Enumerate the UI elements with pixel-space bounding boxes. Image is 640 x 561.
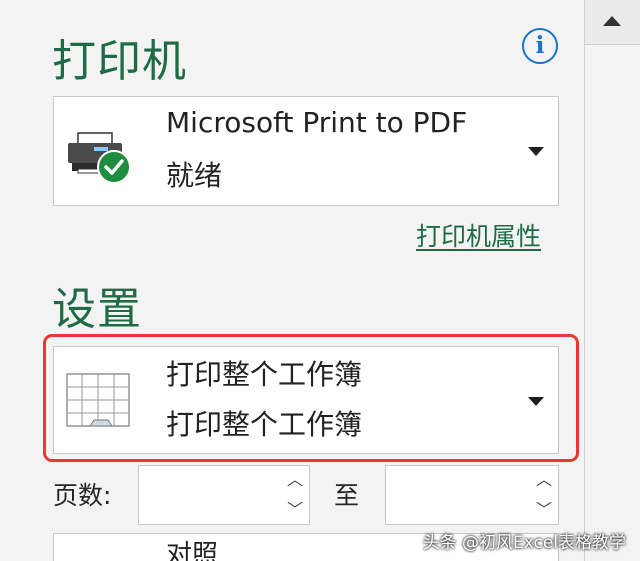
triangle-up-icon (603, 16, 621, 26)
spin-up-icon[interactable]: ︿ (287, 472, 303, 488)
vertical-scrollbar[interactable] (584, 0, 640, 561)
pages-to-label: 至 (334, 481, 360, 510)
highlight-box (43, 334, 579, 462)
scroll-up-button[interactable] (585, 0, 640, 45)
spin-down-icon[interactable]: ﹀ (536, 502, 552, 518)
spin-up-icon[interactable]: ︿ (536, 472, 552, 488)
watermark: 头条 @初风Excel表格教学 (422, 533, 626, 553)
printer-status: 就绪 (166, 159, 223, 192)
collation-label: 对照 (166, 540, 219, 561)
chevron-down-icon (528, 147, 544, 156)
pages-to-input[interactable]: ︿ ﹀ (385, 465, 559, 525)
printer-select[interactable]: Microsoft Print to PDF 就绪 (53, 96, 559, 206)
printer-name: Microsoft Print to PDF (166, 106, 468, 139)
pages-from-input[interactable]: ︿ ﹀ (138, 465, 310, 525)
printer-section-title: 打印机 (52, 36, 187, 87)
printer-properties-link[interactable]: 打印机属性 (416, 217, 541, 253)
pages-label: 页数: (53, 481, 112, 510)
spin-down-icon[interactable]: ﹀ (287, 502, 303, 518)
printer-ready-icon (64, 127, 134, 187)
info-icon[interactable]: i (522, 28, 558, 64)
settings-section-title: 设置 (52, 284, 142, 335)
